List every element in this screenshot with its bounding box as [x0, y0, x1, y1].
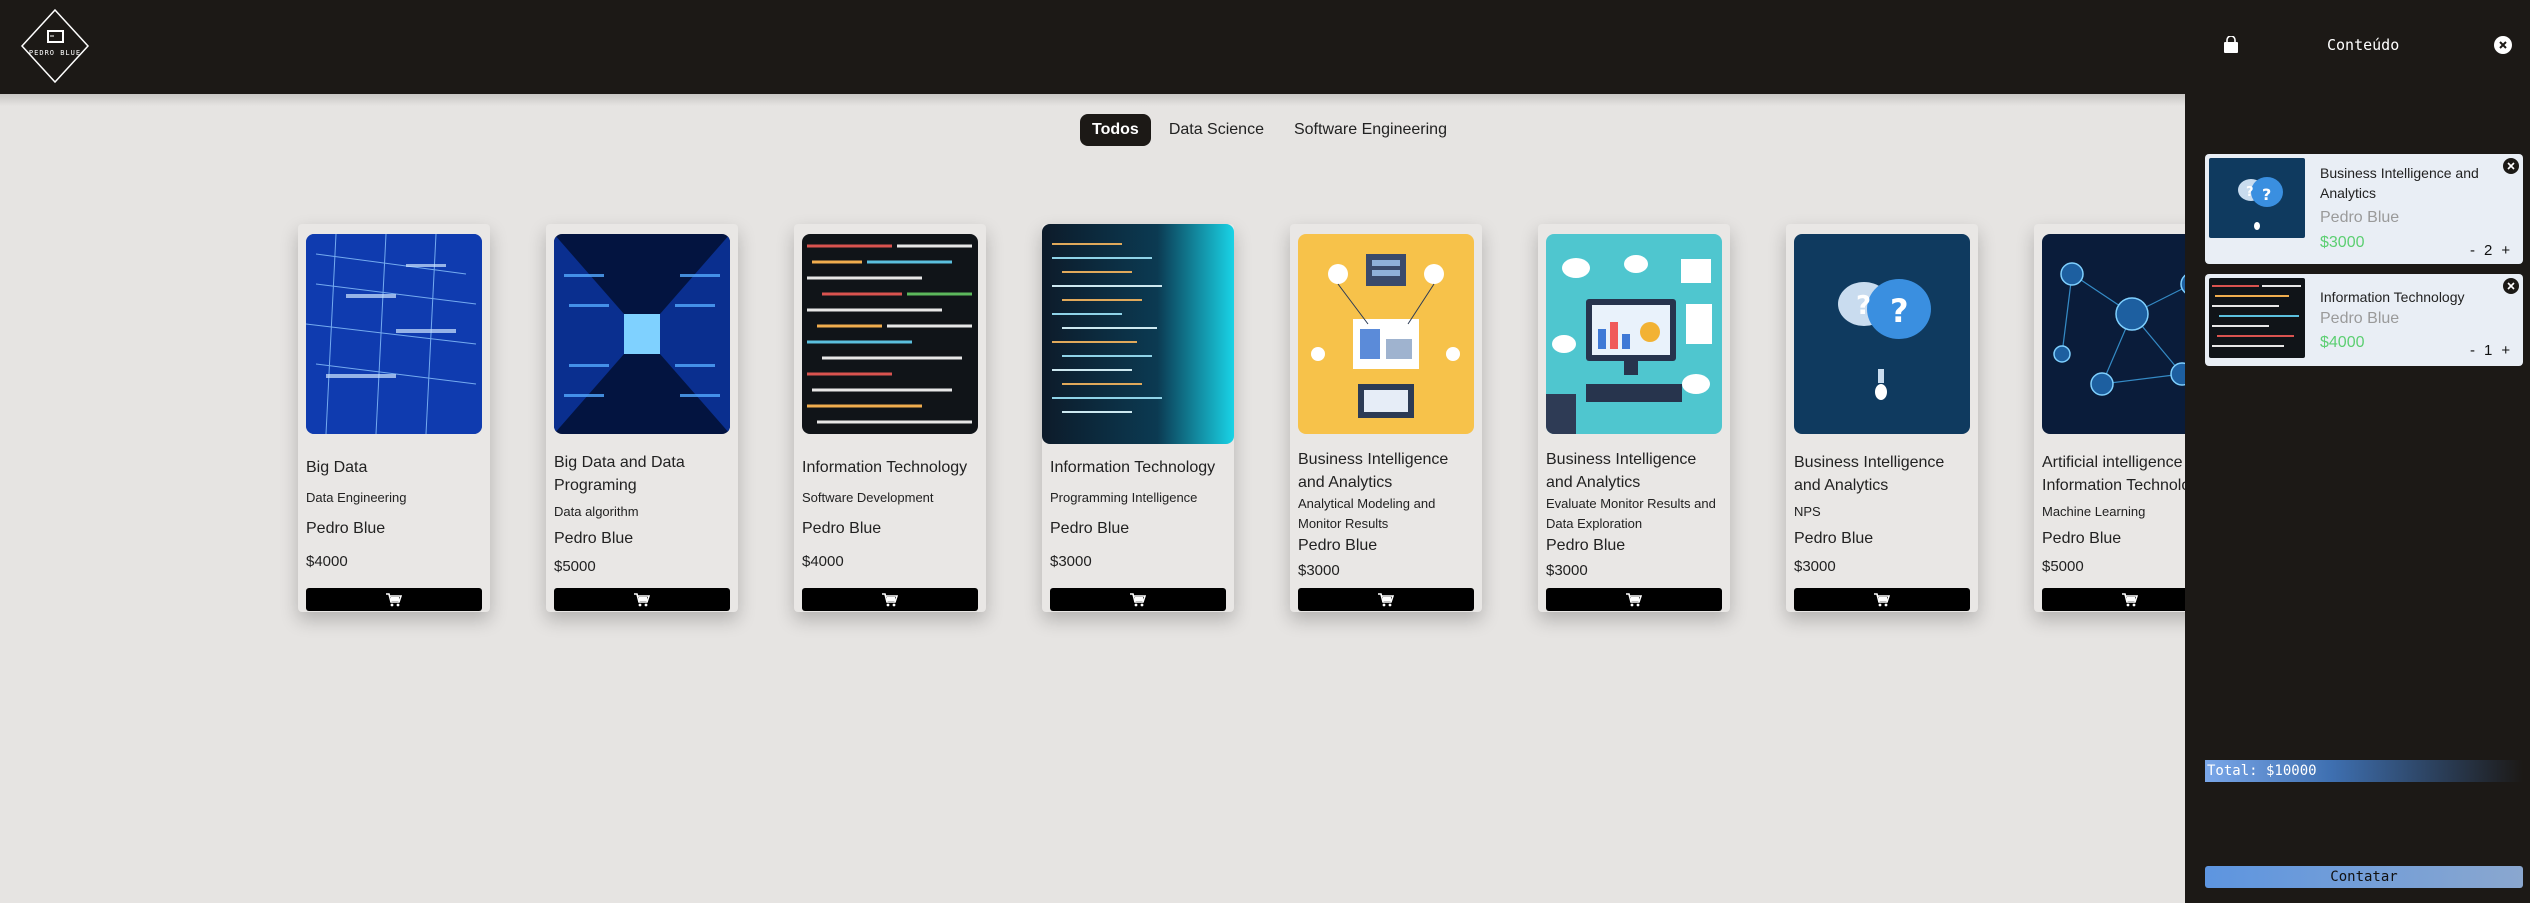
cart-item-image: ? ?: [2209, 158, 2305, 238]
cart-title: Conteúdo: [2327, 36, 2400, 54]
decrease-quantity-button[interactable]: -: [2470, 342, 2475, 359]
product-price: $5000: [2042, 558, 2084, 575]
cart-icon: [882, 592, 898, 606]
contact-button[interactable]: Contatar: [2205, 866, 2523, 888]
product-price: $5000: [554, 558, 596, 575]
add-to-cart-button[interactable]: [1546, 588, 1722, 611]
product-author: Pedro Blue: [1546, 537, 1626, 554]
add-to-cart-button[interactable]: [1298, 588, 1474, 611]
product-card: Artificial intelligence Information Tech…: [2034, 224, 2185, 612]
cart-icon: [1378, 592, 1394, 606]
product-card: Information Technology Software Developm…: [794, 224, 986, 612]
cart-icon: [2122, 592, 2138, 606]
add-to-cart-button[interactable]: [802, 588, 978, 611]
quantity-value: 1: [2484, 342, 2493, 359]
product-author: Pedro Blue: [2042, 530, 2122, 547]
quantity-value: 2: [2484, 242, 2493, 259]
product-list: Big Data Data Engineering Pedro Blue $40…: [0, 0, 2185, 903]
product-title: Artificial intelligence Information Tech…: [2042, 454, 2185, 494]
product-subtitle: Data algorithm: [554, 504, 639, 519]
product-image-code-cyan: [1042, 224, 1234, 444]
product-subtitle: Software Development: [802, 490, 934, 505]
product-card: Information Technology Programming Intel…: [1042, 224, 1234, 612]
cart-icon: [1130, 592, 1146, 606]
product-image-network-nodes: [2042, 234, 2185, 434]
cart-panel: Conteúdo ? ? Business Intelligence and A…: [2185, 0, 2530, 903]
product-card: Business Intelligence and Analytics Anal…: [1290, 224, 1482, 612]
product-author: Pedro Blue: [1298, 537, 1378, 554]
add-to-cart-button[interactable]: [1050, 588, 1226, 611]
product-card: ? ? Business Intelligence and Analytics …: [1786, 224, 1978, 612]
product-title: Information Technology: [802, 459, 968, 476]
product-title: Business Intelligence and Analytics: [1794, 454, 1945, 494]
product-subtitle: Analytical Modeling and Monitor Results: [1298, 496, 1436, 531]
cart-icon: [1874, 592, 1890, 606]
cart-item-image: [2209, 278, 2305, 358]
cart-item-price: $3000: [2320, 234, 2365, 251]
svg-text:?: ?: [2246, 185, 2254, 200]
increase-quantity-button[interactable]: +: [2501, 242, 2510, 259]
product-subtitle: Data Engineering: [306, 490, 407, 505]
product-title: Big Data and Data Programing: [554, 454, 685, 494]
close-icon[interactable]: [2494, 36, 2512, 54]
cart-item: Information Technology Pedro Blue $4000 …: [2205, 274, 2523, 366]
cart-item-title: Business Intelligence and Analytics: [2320, 165, 2479, 201]
product-card: Big Data Data Engineering Pedro Blue $40…: [298, 224, 490, 612]
product-subtitle: NPS: [1794, 504, 1821, 519]
cart-item-author: Pedro Blue: [2320, 209, 2400, 226]
cart-total: Total: $10000: [2205, 760, 2523, 782]
decrease-quantity-button[interactable]: -: [2470, 242, 2475, 259]
product-card: Big Data and Data Programing Data algori…: [546, 224, 738, 612]
product-card: Business Intelligence and Analytics Eval…: [1538, 224, 1730, 612]
product-image-server-corridor: [554, 234, 730, 434]
remove-item-icon[interactable]: [2503, 278, 2519, 294]
product-subtitle: Machine Learning: [2042, 504, 2146, 519]
product-title: Business Intelligence and Analytics: [1298, 451, 1449, 491]
shopping-bag-icon: [2223, 35, 2239, 54]
quantity-stepper: - 1 +: [2470, 342, 2510, 359]
increase-quantity-button[interactable]: +: [2501, 342, 2510, 359]
product-author: Pedro Blue: [554, 530, 634, 547]
product-image-code-screen: [802, 234, 978, 434]
cart-item: ? ? Business Intelligence and Analytics …: [2205, 154, 2523, 264]
svg-text:?: ?: [1856, 291, 1871, 321]
remove-item-icon[interactable]: [2503, 158, 2519, 174]
cart-icon: [1626, 592, 1642, 606]
cart-icon: [634, 592, 650, 606]
product-author: Pedro Blue: [1050, 520, 1130, 537]
add-to-cart-button[interactable]: [1794, 588, 1970, 611]
product-price: $3000: [1794, 558, 1836, 575]
product-image-analytics-yellow: [1298, 234, 1474, 434]
cart-item-title: Information Technology: [2320, 289, 2465, 305]
product-title: Big Data: [306, 459, 368, 476]
product-title: Business Intelligence and Analytics: [1546, 451, 1697, 491]
svg-text:?: ?: [1890, 292, 1909, 330]
product-author: Pedro Blue: [306, 520, 386, 537]
cart-item-author: Pedro Blue: [2320, 310, 2400, 327]
product-subtitle: Evaluate Monitor Results and Data Explor…: [1546, 496, 1716, 531]
product-image-big-data: [306, 234, 482, 434]
add-to-cart-button[interactable]: [2042, 588, 2185, 611]
quantity-stepper: - 2 +: [2470, 242, 2510, 259]
product-price: $4000: [306, 553, 348, 570]
product-price: $3000: [1050, 553, 1092, 570]
product-price: $4000: [802, 553, 844, 570]
svg-text:?: ?: [2262, 185, 2271, 204]
product-image-analytics-teal: [1546, 234, 1722, 434]
product-author: Pedro Blue: [1794, 530, 1874, 547]
product-price: $3000: [1298, 562, 1340, 579]
add-to-cart-button[interactable]: [306, 588, 482, 611]
product-title: Information Technology: [1050, 459, 1216, 476]
product-subtitle: Programming Intelligence: [1050, 490, 1198, 505]
add-to-cart-button[interactable]: [554, 588, 730, 611]
cart-icon: [386, 592, 402, 606]
product-image-question-bubbles: ? ?: [1794, 234, 1970, 434]
cart-item-price: $4000: [2320, 334, 2365, 351]
product-author: Pedro Blue: [802, 520, 882, 537]
product-price: $3000: [1546, 562, 1588, 579]
